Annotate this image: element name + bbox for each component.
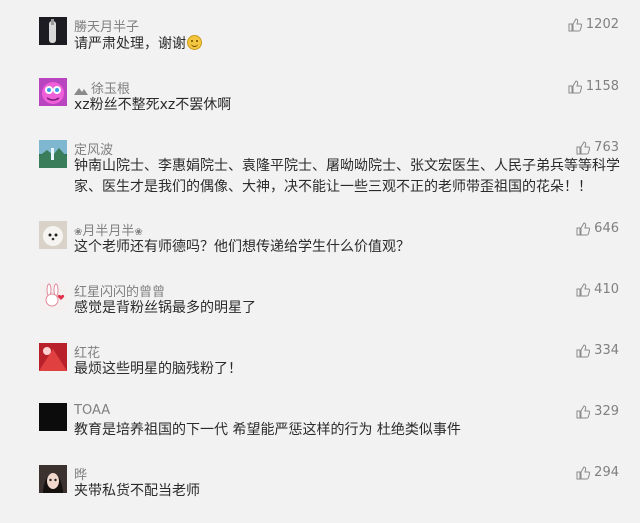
like-count: 1202 [585, 17, 619, 32]
like-button[interactable]: 646 [576, 221, 619, 236]
like-button[interactable]: 1158 [568, 79, 619, 94]
comment-text: 请严肃处理，谢谢 [74, 34, 634, 55]
comment-text: 最烦这些明星的脑残粉了！ [74, 361, 242, 377]
comment-text: xz粉丝不整死xz不罢休啊 [74, 97, 232, 113]
avatar[interactable] [39, 343, 67, 371]
comment-text: 这个老师还有师德吗？他们想传递给学生什么价值观？ [74, 239, 410, 255]
like-count: 294 [594, 465, 619, 480]
avatar[interactable] [39, 17, 67, 45]
comment-text-content: 请严肃处理，谢谢 [74, 36, 186, 52]
avatar[interactable] [39, 282, 67, 310]
avatar[interactable] [39, 403, 67, 431]
smile-emoji [187, 35, 202, 50]
thumbs-up-icon [576, 140, 591, 154]
like-count: 329 [594, 404, 619, 419]
comment-text: 夹带私货不配当老师 [74, 483, 200, 499]
comment-text: 教育是培养祖国的下一代 希望能严惩这样的行为 杜绝类似事件 [74, 422, 461, 438]
thumbs-up-icon [576, 221, 591, 235]
like-button[interactable]: 410 [576, 282, 619, 297]
level-badge-icon [74, 87, 88, 95]
like-button[interactable]: 1202 [568, 17, 619, 32]
like-count: 1158 [585, 79, 619, 94]
avatar[interactable] [39, 140, 67, 168]
like-button[interactable]: 329 [576, 404, 619, 419]
username[interactable]: TOAA [74, 403, 110, 418]
username[interactable]: 勝天月半子 [74, 16, 139, 35]
thumbs-up-icon [568, 79, 582, 93]
thumbs-up-icon [576, 404, 591, 418]
like-button[interactable]: 294 [576, 465, 619, 480]
like-count: 410 [594, 282, 619, 297]
avatar[interactable] [39, 221, 67, 249]
comment-text: 钟南山院士、李惠娟院士、袁隆平院士、屠呦呦院士、张文宏医生、人民子弟兵等等科学家… [74, 158, 620, 195]
like-button[interactable]: 334 [576, 343, 619, 358]
like-count: 646 [594, 221, 619, 236]
thumbs-up-icon [576, 282, 591, 296]
like-count: 334 [594, 343, 619, 358]
comment-list: 勝天月半子 请严肃处理，谢谢 1202 徐玉根 xz粉丝不整死xz不罢休啊 11… [0, 0, 640, 523]
thumbs-up-icon [568, 17, 582, 31]
thumbs-up-icon [576, 343, 591, 357]
like-count: 763 [594, 140, 619, 155]
avatar[interactable] [39, 465, 67, 493]
like-button[interactable]: 763 [576, 140, 619, 155]
thumbs-up-icon [576, 465, 591, 479]
comment-text: 感觉是背粉丝锅最多的明星了 [74, 300, 256, 316]
avatar[interactable] [39, 78, 67, 106]
